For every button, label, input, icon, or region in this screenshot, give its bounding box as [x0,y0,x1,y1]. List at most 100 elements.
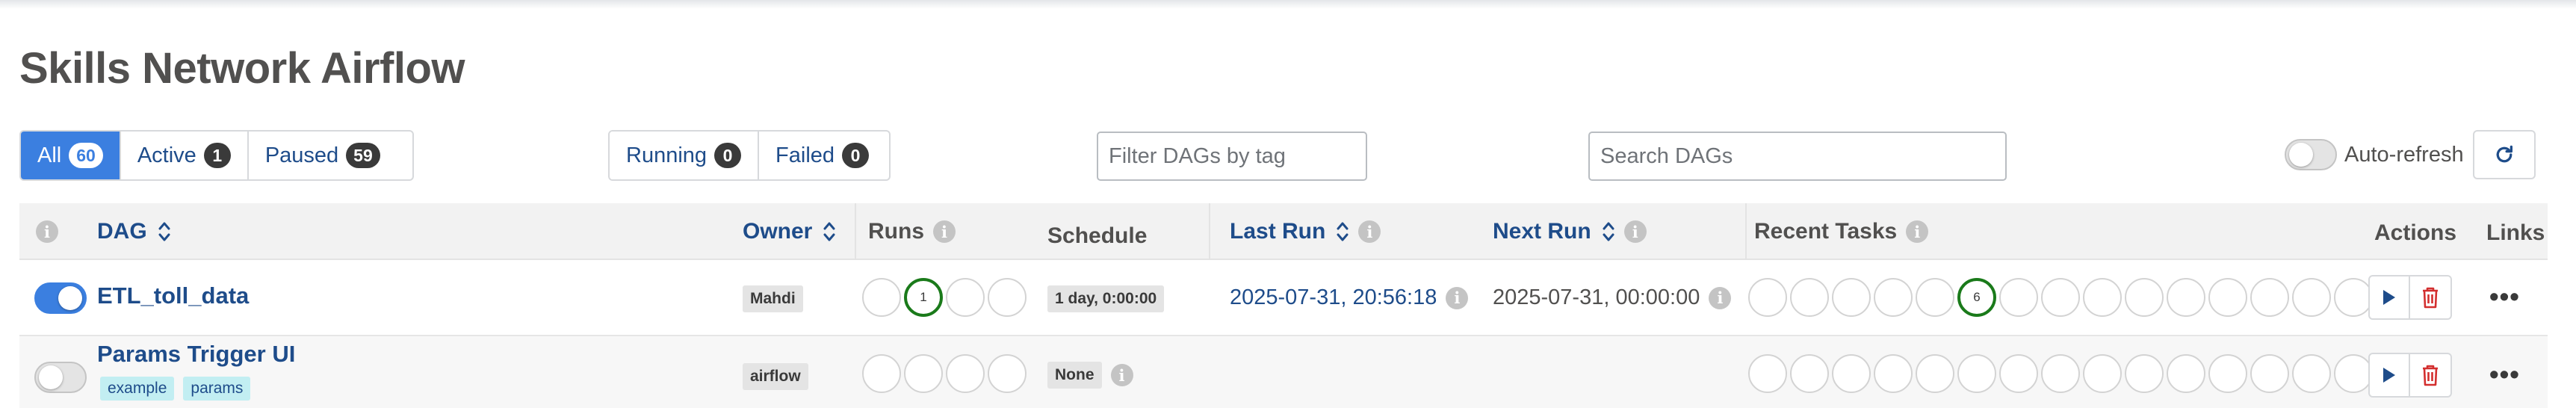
dag-tag[interactable]: params [183,377,251,401]
delete-dag-button[interactable] [2410,353,2452,398]
filter-failed-button[interactable]: Failed 0 [759,132,886,179]
column-divider [1209,203,1210,260]
refresh-button[interactable] [2473,130,2536,179]
trash-icon [2423,365,2438,386]
dag-link[interactable]: Params Trigger UI [97,341,295,368]
column-divider [1745,203,1747,260]
task-state-circle[interactable] [1748,278,1787,317]
info-icon[interactable]: i [1110,364,1133,386]
runs-circles [862,354,1030,393]
task-state-circle[interactable] [2334,278,2373,317]
runs-circles: 1 [862,278,1030,317]
task-state-circle[interactable] [1832,354,1871,393]
task-state-circle[interactable] [2208,278,2247,317]
task-state-circle[interactable] [2125,354,2164,393]
trash-icon [2423,287,2438,309]
run-state-circle[interactable] [862,278,901,317]
schedule-chip: None [1047,362,1102,389]
auto-refresh-label: Auto-refresh [2344,142,2464,167]
info-icon[interactable]: i [1358,220,1381,243]
header-owner[interactable]: Owner [743,203,836,260]
dag-pause-toggle[interactable] [34,362,87,393]
header-runs-label: Runs [868,219,924,244]
dag-tag[interactable]: example [100,377,175,401]
dag-tags: example params [100,377,259,401]
task-state-circle[interactable] [2083,278,2122,317]
schedule-chip: 1 day, 0:00:00 [1047,285,1165,312]
filter-paused-count: 59 [346,143,380,168]
run-state-circle[interactable] [988,354,1027,393]
filter-all-button[interactable]: All 60 [21,132,121,179]
task-state-circle[interactable] [1957,354,1996,393]
task-state-circle[interactable] [1874,278,1913,317]
dag-pause-toggle[interactable] [34,282,87,314]
filter-paused-button[interactable]: Paused 59 [248,132,397,179]
dag-link[interactable]: ETL_toll_data [97,282,249,309]
more-horizontal-icon[interactable]: ••• [2489,281,2520,312]
more-horizontal-icon[interactable]: ••• [2489,359,2520,390]
delete-dag-button[interactable] [2410,275,2452,320]
task-state-circle[interactable] [1999,354,2038,393]
info-icon[interactable]: i [1709,286,1732,309]
task-state-circle[interactable] [2250,354,2289,393]
task-state-circle[interactable] [2292,278,2331,317]
task-state-circle[interactable] [2083,354,2122,393]
owner-chip[interactable]: Mahdi [743,285,803,312]
header-next-run[interactable]: Next Run i [1493,203,1647,260]
table-header: i DAG Owner Runs i Schedule Last Run i N… [19,203,2548,260]
task-state-circle[interactable] [1999,278,2038,317]
filter-active-button[interactable]: Active 1 [120,132,249,179]
header-actions: Actions [2374,205,2456,262]
last-run-link[interactable]: 2025-07-31, 20:56:18 [1230,285,1437,310]
run-state-circle[interactable] [946,278,985,317]
task-state-circle[interactable]: 6 [1957,278,1996,317]
filter-failed-count: 0 [842,143,870,168]
header-last-run[interactable]: Last Run i [1230,203,1381,260]
run-state-circle[interactable]: 1 [904,278,943,317]
task-state-circle[interactable] [2250,278,2289,317]
task-state-circle[interactable] [2334,354,2373,393]
task-state-circle[interactable] [1748,354,1787,393]
sort-icon [823,222,835,241]
task-state-circle[interactable] [1916,278,1954,317]
owner-chip[interactable]: airflow [743,363,808,390]
task-state-circle[interactable] [2167,278,2205,317]
column-divider [855,203,856,260]
task-state-circle[interactable] [1874,354,1913,393]
run-state-circle[interactable] [946,354,985,393]
task-state-circle[interactable] [2167,354,2205,393]
task-state-circle[interactable] [1790,354,1829,393]
header-dag[interactable]: DAG [97,203,171,260]
info-icon[interactable]: i [1446,286,1469,309]
toggle-knob [39,365,63,389]
header-schedule: Schedule [1047,208,1147,265]
filter-active-label: Active [137,143,196,167]
info-icon[interactable]: i [1906,220,1929,243]
task-state-circle[interactable] [2041,278,2080,317]
table-row: Params Trigger UI example params airflow… [19,336,2548,408]
play-icon [2383,290,2395,305]
search-dags-input[interactable] [1588,132,2007,181]
header-links: Links [2486,205,2545,262]
info-icon[interactable]: i [1623,220,1647,243]
task-state-circle[interactable] [2041,354,2080,393]
task-state-circle[interactable] [1790,278,1829,317]
task-state-circle[interactable] [1832,278,1871,317]
trigger-dag-button[interactable] [2368,353,2410,398]
task-state-circle[interactable] [1916,354,1954,393]
recent-task-circles: 6 [1748,278,2376,317]
play-icon [2383,368,2395,383]
task-state-circle[interactable] [2208,354,2247,393]
task-state-circle[interactable] [2292,354,2331,393]
trigger-dag-button[interactable] [2368,275,2410,320]
auto-refresh-toggle[interactable] [2285,139,2337,170]
info-icon[interactable]: i [933,220,956,243]
toggle-knob [58,286,82,310]
task-state-circle[interactable] [2125,278,2164,317]
run-state-circle[interactable] [988,278,1027,317]
filter-running-button[interactable]: Running 0 [610,132,760,179]
tag-filter-input[interactable] [1097,132,1367,181]
header-next-run-label: Next Run [1493,219,1591,244]
run-state-circle[interactable] [904,354,943,393]
run-state-circle[interactable] [862,354,901,393]
